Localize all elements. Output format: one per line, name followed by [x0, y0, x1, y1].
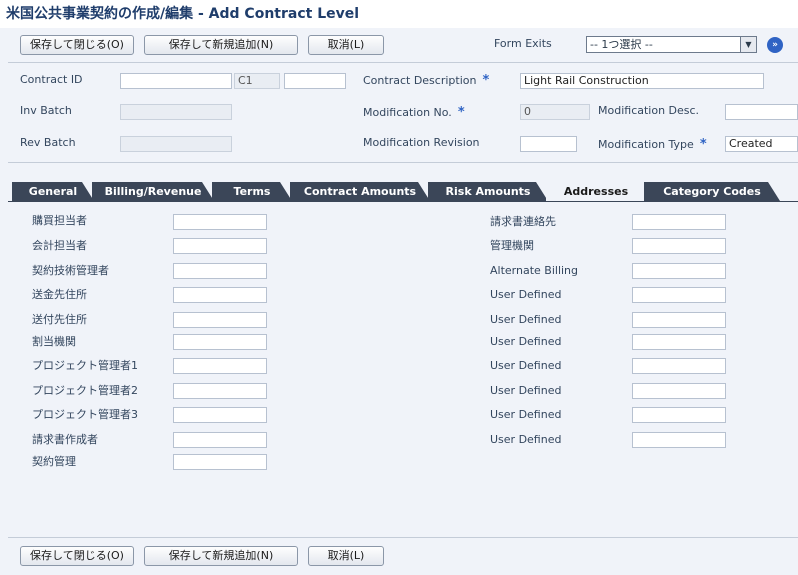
required-icon: *	[457, 105, 465, 120]
divider	[8, 162, 798, 163]
address-label: プロジェクト管理者1	[32, 359, 138, 372]
modification-type-label: Modification Type *	[598, 137, 707, 152]
tab-addresses[interactable]: Addresses	[546, 182, 646, 202]
contract-id-input[interactable]	[120, 73, 232, 89]
address-input[interactable]	[173, 334, 267, 350]
address-label: 割当機関	[32, 335, 76, 348]
address-input[interactable]	[173, 287, 267, 303]
address-input[interactable]	[173, 238, 267, 254]
go-arrow-icon[interactable]: »	[767, 37, 783, 53]
address-input[interactable]	[632, 312, 726, 328]
address-input[interactable]	[173, 312, 267, 328]
address-label: 請求書作成者	[32, 433, 98, 446]
save-close-button[interactable]: 保存して閉じる(O)	[20, 546, 134, 566]
address-input[interactable]	[632, 287, 726, 303]
modification-no-label: Modification No. *	[363, 105, 465, 120]
address-input[interactable]	[173, 407, 267, 423]
form-exits-label: Form Exits	[494, 37, 552, 50]
modification-no-field: 0	[520, 104, 590, 120]
rev-batch-field	[120, 136, 232, 152]
address-input[interactable]	[173, 263, 267, 279]
tab-category-codes[interactable]: Category Codes	[644, 182, 780, 201]
address-input[interactable]	[632, 263, 726, 279]
contract-id-label: Contract ID	[20, 73, 83, 86]
address-label: User Defined	[490, 313, 562, 326]
address-label: 契約管理	[32, 455, 76, 468]
address-input[interactable]	[632, 432, 726, 448]
required-icon: *	[699, 137, 707, 152]
cancel-button[interactable]: 取消(L)	[308, 35, 384, 55]
address-input[interactable]	[632, 334, 726, 350]
tab-terms[interactable]: Terms	[212, 182, 292, 201]
address-label: Alternate Billing	[490, 264, 579, 277]
address-input[interactable]	[632, 407, 726, 423]
address-input[interactable]	[173, 214, 267, 230]
tab-contract-amounts[interactable]: Contract Amounts	[290, 182, 430, 201]
address-input[interactable]	[173, 383, 267, 399]
modification-revision-label: Modification Revision	[363, 136, 480, 149]
inv-batch-label: Inv Batch	[20, 104, 72, 117]
contract-description-label: Contract Description *	[363, 73, 490, 88]
address-input[interactable]	[173, 432, 267, 448]
save-close-button[interactable]: 保存して閉じる(O)	[20, 35, 134, 55]
tab-bar: General Billing/Revenue Terms Contract A…	[8, 182, 798, 202]
tab-general[interactable]: General	[12, 182, 94, 201]
address-label: User Defined	[490, 359, 562, 372]
form-exits-value: -- 1つ選択 --	[590, 38, 653, 51]
divider	[8, 537, 798, 538]
address-label: プロジェクト管理者2	[32, 384, 138, 397]
form-exits-select[interactable]: -- 1つ選択 -- ▼	[586, 36, 757, 53]
contract-description-input[interactable]: Light Rail Construction	[520, 73, 764, 89]
address-label: User Defined	[490, 408, 562, 421]
tab-billing-revenue[interactable]: Billing/Revenue	[92, 182, 214, 201]
address-input[interactable]	[632, 238, 726, 254]
address-label: 送金先住所	[32, 288, 87, 301]
modification-desc-input[interactable]	[725, 104, 798, 120]
divider	[8, 62, 798, 63]
address-label: 請求書連絡先	[490, 215, 556, 228]
save-new-button[interactable]: 保存して新規追加(N)	[144, 546, 298, 566]
required-icon: *	[482, 73, 490, 88]
address-label: 契約技術管理者	[32, 264, 109, 277]
tab-risk-amounts[interactable]: Risk Amounts	[428, 182, 548, 201]
address-input[interactable]	[632, 358, 726, 374]
address-label: 会計担当者	[32, 239, 87, 252]
address-input[interactable]	[173, 454, 267, 470]
rev-batch-label: Rev Batch	[20, 136, 76, 149]
modification-desc-label: Modification Desc.	[598, 104, 700, 117]
address-label: プロジェクト管理者3	[32, 408, 138, 421]
address-label: User Defined	[490, 433, 562, 446]
cancel-button[interactable]: 取消(L)	[308, 546, 384, 566]
contract-type-field[interactable]: C1	[234, 73, 280, 89]
contract-company-input[interactable]	[284, 73, 346, 89]
chevron-down-icon[interactable]: ▼	[740, 37, 756, 52]
window-title: 米国公共事業契約の作成/編集 - Add Contract Level	[0, 0, 798, 28]
modification-revision-input[interactable]	[520, 136, 577, 152]
address-input[interactable]	[632, 383, 726, 399]
inv-batch-field	[120, 104, 232, 120]
address-label: 管理機関	[490, 239, 534, 252]
address-label: User Defined	[490, 384, 562, 397]
address-input[interactable]	[173, 358, 267, 374]
address-label: User Defined	[490, 288, 562, 301]
save-new-button[interactable]: 保存して新規追加(N)	[144, 35, 298, 55]
address-input[interactable]	[632, 214, 726, 230]
address-label: 送付先住所	[32, 313, 87, 326]
modification-type-input[interactable]: Created	[725, 136, 798, 152]
address-label: 購買担当者	[32, 214, 87, 227]
address-label: User Defined	[490, 335, 562, 348]
